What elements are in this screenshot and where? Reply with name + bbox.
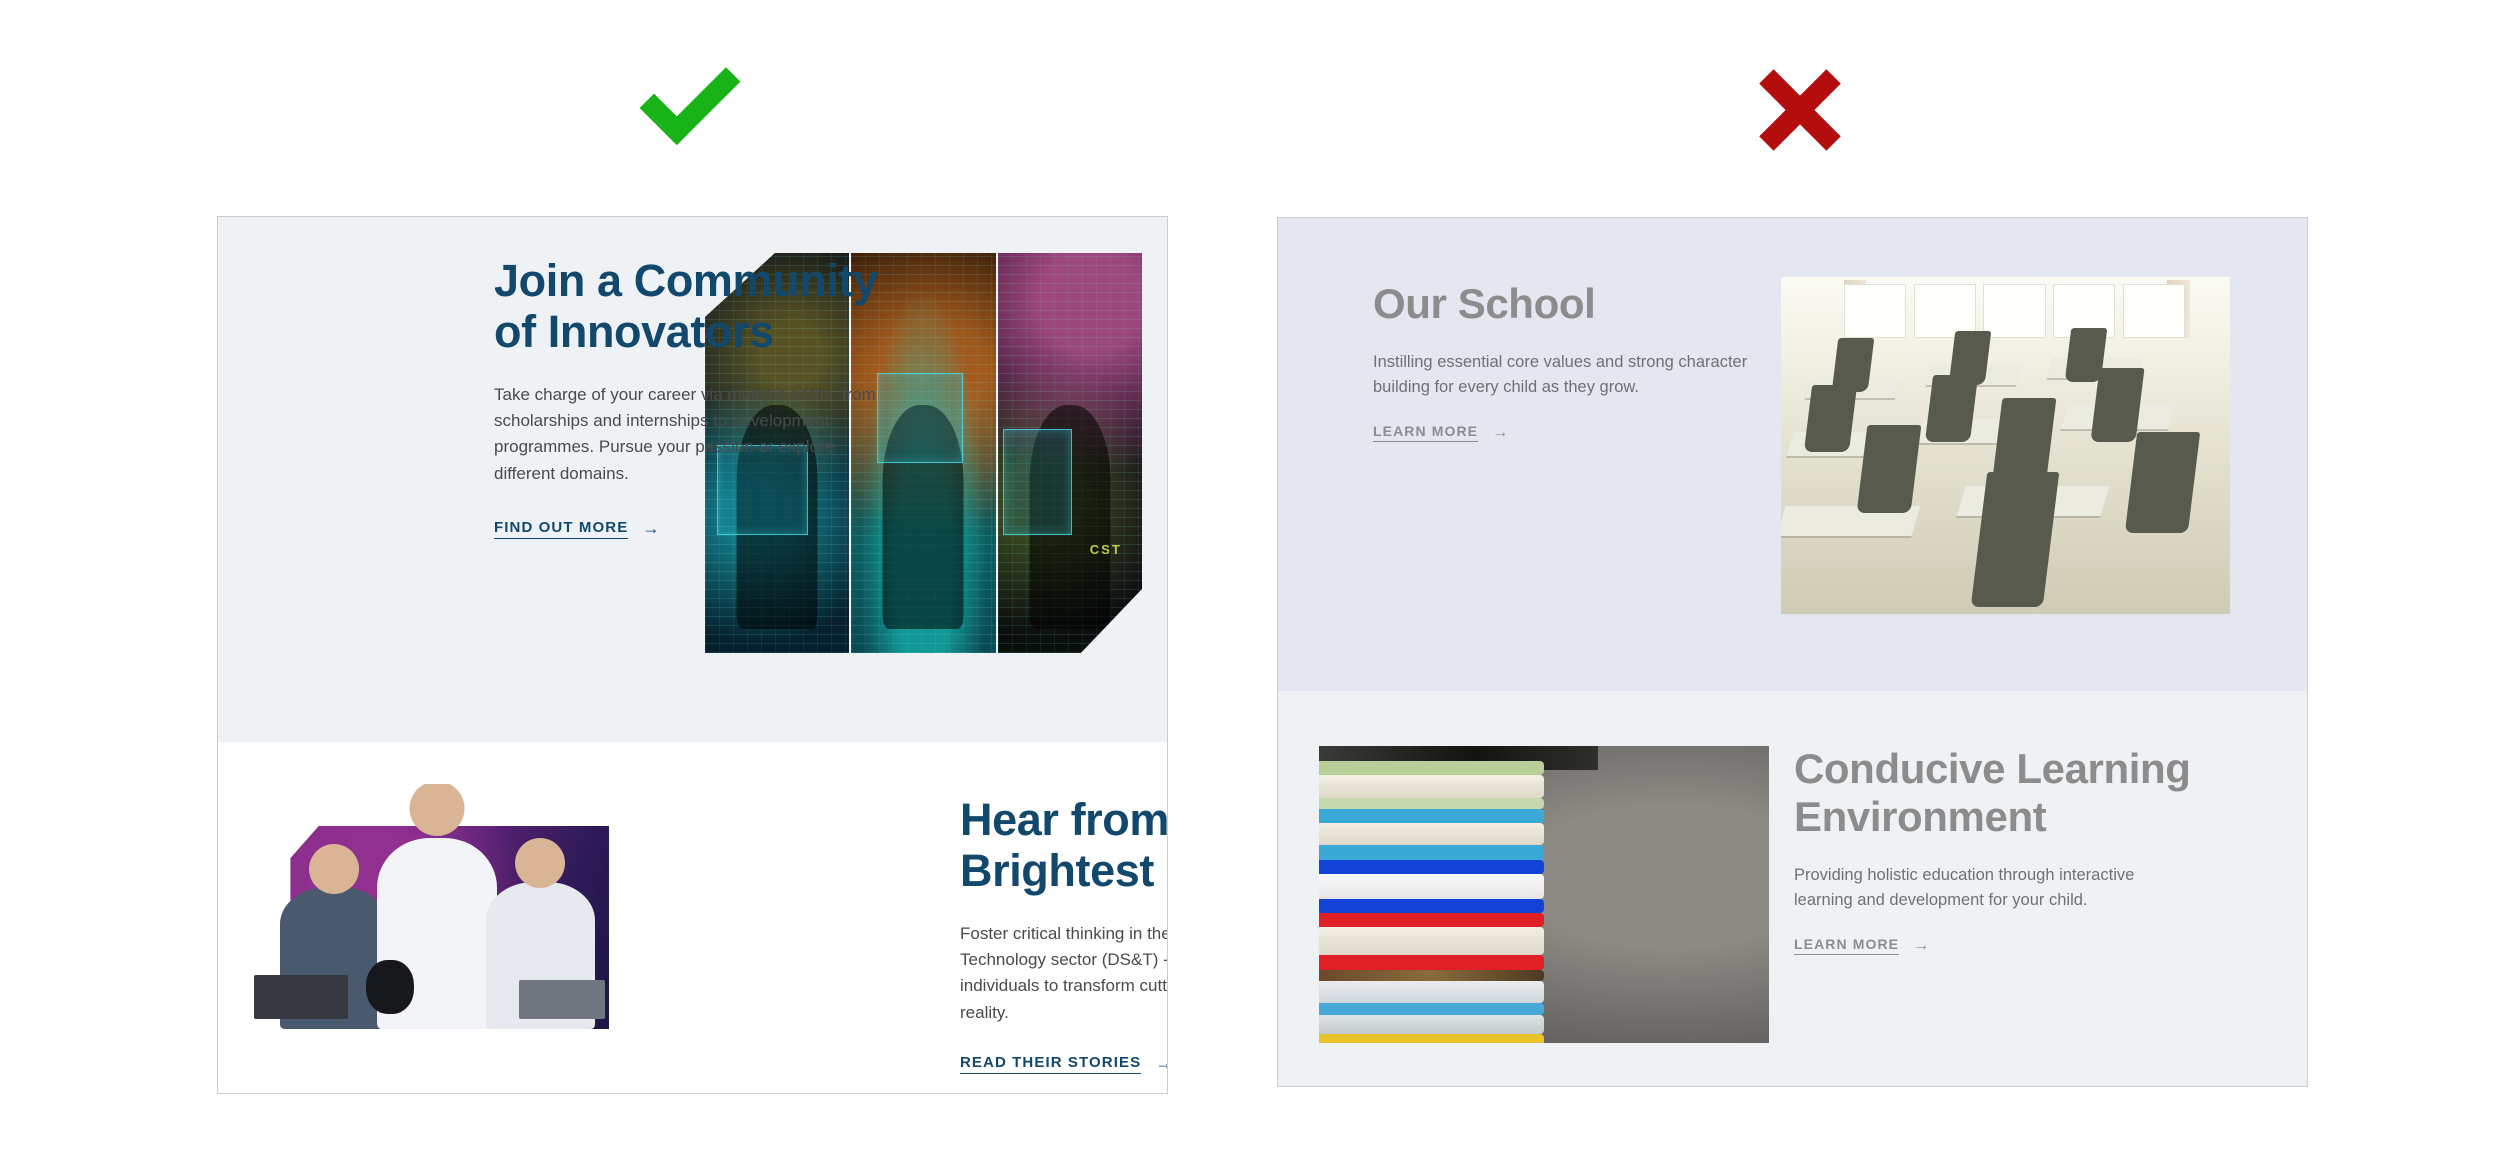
researchers-group-image xyxy=(247,784,609,1029)
book-spine xyxy=(1319,913,1544,928)
page-title-brightest-minds: Hear from Our Brightest Minds xyxy=(960,794,1167,897)
book-pages xyxy=(1319,980,1544,1004)
laptop-icon xyxy=(518,980,606,1020)
bad-card-section-our-school: Our School Instilling essential core val… xyxy=(1278,218,2307,691)
window-pane xyxy=(1913,283,1976,338)
chair xyxy=(1831,337,1875,392)
collage-pane-operator: CST xyxy=(997,253,1142,653)
hud-panel xyxy=(1003,429,1072,535)
good-example-check-mark xyxy=(630,48,750,168)
person-head xyxy=(515,837,566,888)
arrow-right-icon: → xyxy=(1492,423,1510,442)
window-pane xyxy=(2122,283,2186,338)
read-their-stories-link[interactable]: READ THEIR STORIES → xyxy=(960,1054,1167,1074)
chair xyxy=(1925,374,1979,443)
good-card-text-innovators: Join a Community of Innovators Take char… xyxy=(494,255,894,539)
good-example-card: CST Join a Community of Innovators Take … xyxy=(217,216,1168,1094)
book-spine xyxy=(1319,845,1544,860)
book-pages xyxy=(1319,774,1544,798)
chair xyxy=(2090,367,2145,443)
page-title-learning-environment: Conducive Learning Environment xyxy=(1794,745,2191,840)
helmet-prop xyxy=(366,960,414,1015)
chair xyxy=(1803,384,1857,453)
person-head xyxy=(308,844,359,895)
read-their-stories-label: READ THEIR STORIES xyxy=(960,1054,1142,1074)
page-title-innovators: Join a Community of Innovators xyxy=(494,255,878,358)
classroom-image xyxy=(1781,277,2230,614)
chair xyxy=(1856,425,1922,513)
learn-more-label: LEARN MORE xyxy=(1794,936,1900,955)
cst-logo: CST xyxy=(1089,542,1122,557)
bad-card-text-our-school: Our School Instilling essential core val… xyxy=(1373,280,1773,442)
learn-more-link-our-school[interactable]: LEARN MORE → xyxy=(1373,423,1509,442)
window-pane xyxy=(1843,283,1907,338)
book-spine xyxy=(1319,859,1544,874)
arrow-right-icon: → xyxy=(642,518,661,539)
laptop-icon xyxy=(254,975,349,1020)
book-pages xyxy=(1319,927,1544,956)
book-spine xyxy=(1319,797,1544,809)
arrow-right-icon: → xyxy=(1913,936,1931,955)
book-spine xyxy=(1319,1034,1544,1043)
book-pages xyxy=(1319,822,1544,846)
bad-card-section-learning-environment: Conducive Learning Environment Providing… xyxy=(1278,691,2307,1086)
books-stack-image xyxy=(1319,746,1769,1043)
book-stack xyxy=(1319,760,1544,1043)
find-out-more-label: FIND OUT MORE xyxy=(494,519,629,539)
classroom-scene xyxy=(1781,277,2230,614)
description-our-school: Instilling essential core values and str… xyxy=(1373,352,1748,397)
good-card-section-innovators: CST Join a Community of Innovators Take … xyxy=(218,217,1167,742)
book-spine xyxy=(1319,899,1544,914)
book-spine xyxy=(1319,1003,1544,1015)
book-spine xyxy=(1319,808,1544,823)
chair xyxy=(2125,432,2201,534)
good-card-text-brightest-minds: Hear from Our Brightest Minds Foster cri… xyxy=(960,794,1167,1074)
person-head xyxy=(409,784,465,836)
book-spine xyxy=(1319,969,1544,981)
learn-more-label: LEARN MORE xyxy=(1373,423,1479,442)
good-card-section-brightest-minds: Hear from Our Brightest Minds Foster cri… xyxy=(218,742,1167,1093)
window-pane xyxy=(1983,283,2046,338)
description-brightest-minds: Foster critical thinking in the Defence … xyxy=(960,923,1167,1022)
book-pages xyxy=(1319,1014,1544,1035)
find-out-more-link[interactable]: FIND OUT MORE → xyxy=(494,519,661,539)
bad-example-card: Our School Instilling essential core val… xyxy=(1277,217,2308,1087)
description-learning-environment: Providing holistic education through int… xyxy=(1794,865,2135,910)
window-row xyxy=(1843,283,2186,338)
book-spine xyxy=(1319,955,1544,970)
page-title-our-school: Our School xyxy=(1373,280,1596,327)
learn-more-link-learning-environment[interactable]: LEARN MORE → xyxy=(1794,936,1930,955)
arrow-right-icon: → xyxy=(1155,1055,1167,1073)
description-innovators: Take charge of your career via multiple … xyxy=(494,384,876,483)
book-pages xyxy=(1319,873,1544,900)
bad-example-cross-mark xyxy=(1740,50,1860,170)
book-spine xyxy=(1319,760,1544,775)
bad-card-text-learning-environment: Conducive Learning Environment Providing… xyxy=(1794,745,2194,955)
